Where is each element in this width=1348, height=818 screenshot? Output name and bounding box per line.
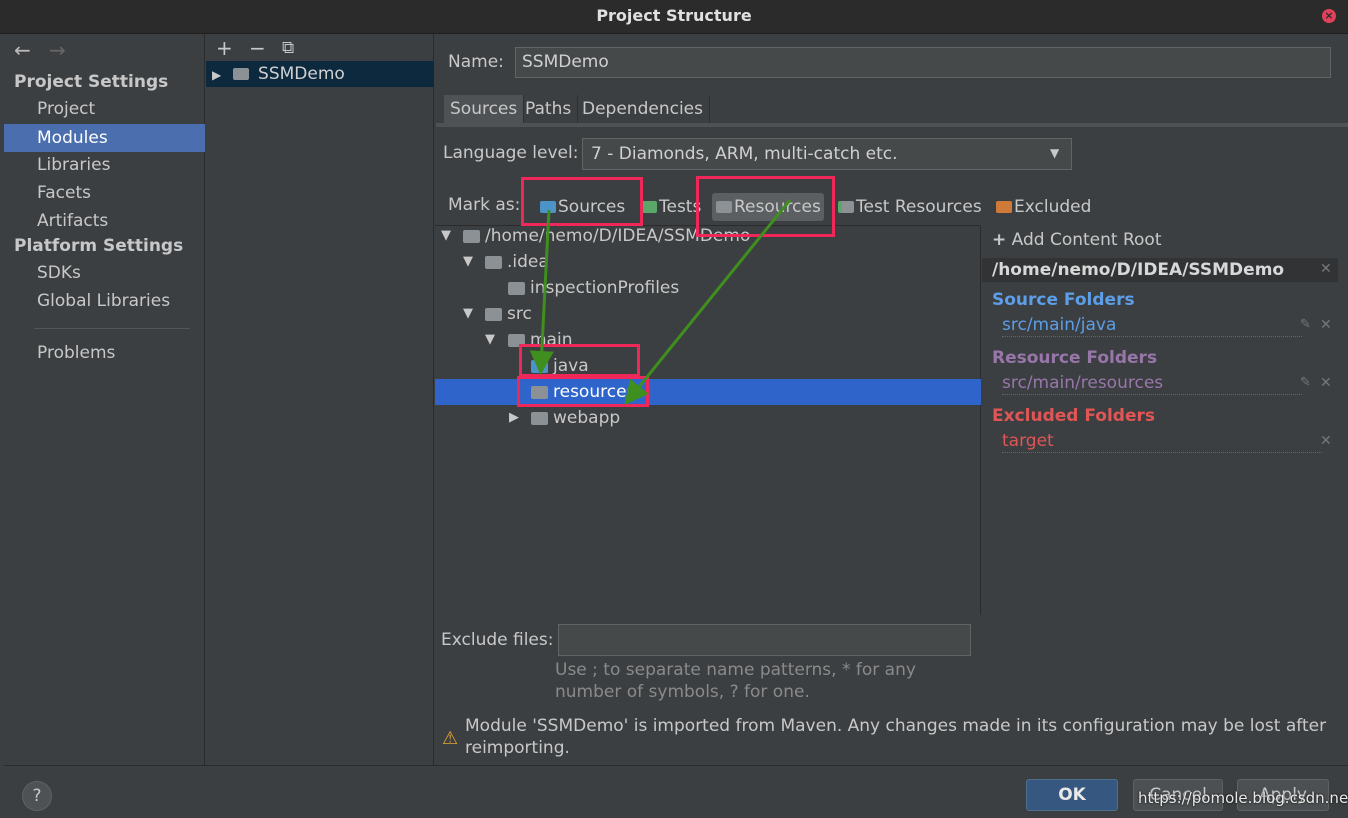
- arrow-sources-to-java: [529, 209, 554, 375]
- arrow-resources-to-folder: [624, 199, 792, 406]
- annotation-arrows: [529, 199, 792, 406]
